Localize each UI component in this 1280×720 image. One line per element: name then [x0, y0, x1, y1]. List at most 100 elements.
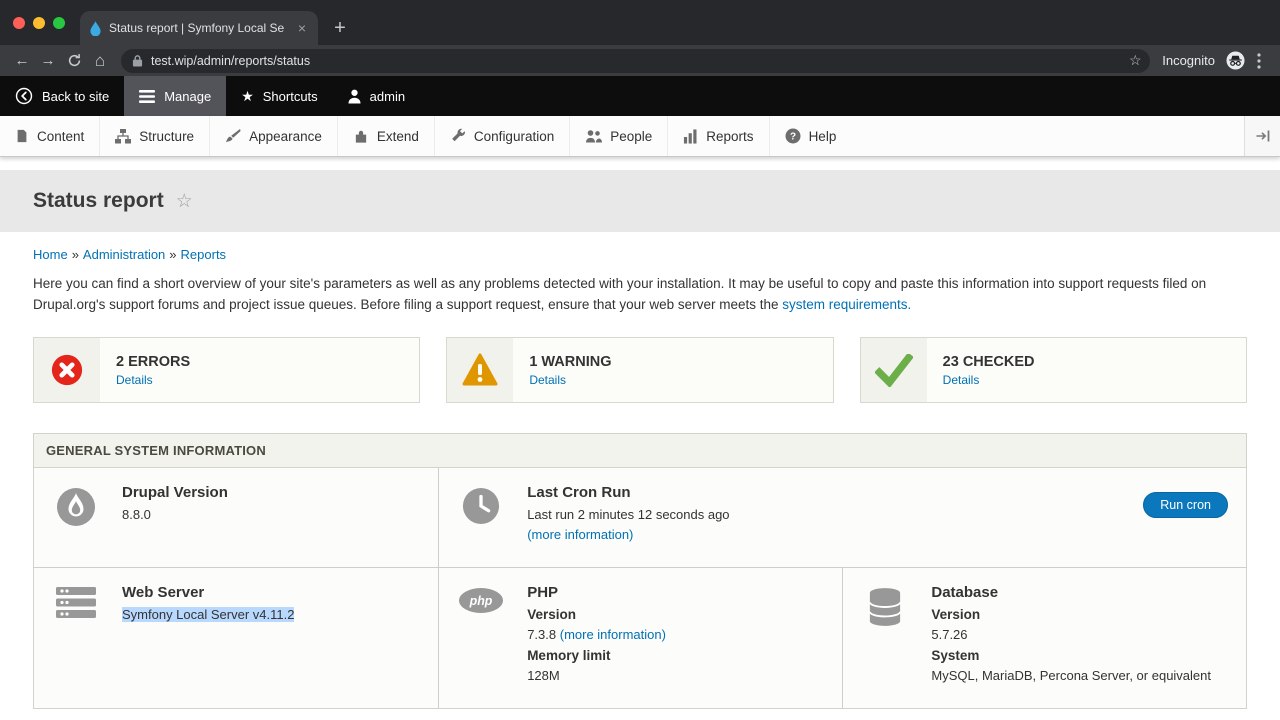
web-server-value: Symfony Local Server v4.11.2: [122, 607, 294, 622]
tab-close-icon[interactable]: ×: [295, 20, 309, 36]
escape-admin-icon: [15, 87, 33, 105]
info-row-2: Web Server Symfony Local Server v4.11.2 …: [34, 568, 1246, 708]
back-to-site-button[interactable]: Back to site: [0, 76, 124, 116]
menu-item-configuration[interactable]: Configuration: [434, 116, 569, 156]
php-more-information-link[interactable]: (more information): [560, 627, 666, 642]
home-icon[interactable]: ⌂: [87, 48, 113, 74]
toolbar-orientation-toggle[interactable]: [1244, 116, 1280, 156]
menu-item-extend[interactable]: Extend: [337, 116, 434, 156]
php-version-label: Version: [527, 605, 666, 625]
intro-paragraph: Here you can find a short overview of yo…: [33, 273, 1247, 315]
back-icon[interactable]: ←: [9, 48, 35, 74]
web-server-cell: Web Server Symfony Local Server v4.11.2: [34, 568, 438, 708]
system-requirements-link[interactable]: system requirements.: [782, 297, 911, 312]
manage-menu-button[interactable]: Manage: [124, 76, 226, 116]
shortcuts-star-icon: ★: [241, 88, 254, 105]
browser-tab[interactable]: Status report | Symfony Local Se ×: [80, 11, 318, 45]
address-bar[interactable]: test.wip/admin/reports/status ☆: [121, 49, 1150, 73]
info-row-1: Drupal Version 8.8.0 Last Cron Run Last …: [34, 468, 1246, 568]
page-header: Status report ☆: [0, 170, 1280, 232]
cron-last-run: Last run 2 minutes 12 seconds ago: [527, 505, 729, 525]
help-icon: ?: [785, 128, 801, 144]
database-icon: [861, 584, 909, 627]
database-title: Database: [931, 584, 1211, 601]
tab-title: Status report | Symfony Local Se: [109, 21, 288, 35]
add-shortcut-star-icon[interactable]: ☆: [176, 190, 193, 213]
php-memory-value: 128M: [527, 666, 666, 686]
menu-item-structure[interactable]: Structure: [99, 116, 209, 156]
errors-card: 2 ERRORS Details: [33, 337, 420, 403]
people-icon: [585, 129, 602, 144]
manage-label: Manage: [164, 89, 211, 104]
section-title: GENERAL SYSTEM INFORMATION: [34, 434, 1246, 468]
warning-details-link[interactable]: Details: [529, 373, 611, 387]
drupal-favicon: [89, 21, 102, 36]
incognito-icon: [1223, 49, 1247, 73]
window-minimize-button[interactable]: [33, 17, 45, 29]
php-version-value: 7.3.8: [527, 627, 556, 642]
user-menu-button[interactable]: admin: [333, 76, 420, 116]
menu-bar-spacer: [851, 116, 1244, 156]
clock-icon: [457, 484, 505, 525]
database-system-value: MySQL, MariaDB, Percona Server, or equiv…: [931, 666, 1211, 686]
wrench-icon: [450, 128, 466, 144]
drupal-version-cell: Drupal Version 8.8.0: [34, 468, 438, 567]
drupal-menu-bar: Content Structure Appearance Extend Conf…: [0, 116, 1280, 157]
errors-details-link[interactable]: Details: [116, 373, 190, 387]
window-zoom-button[interactable]: [53, 17, 65, 29]
cron-title: Last Cron Run: [527, 484, 729, 501]
drupal-drop-icon: [52, 484, 100, 527]
server-icon: [52, 584, 100, 618]
structure-icon: [115, 129, 131, 144]
reload-icon[interactable]: [61, 48, 87, 74]
status-summary-cards: 2 ERRORS Details 1 WARNING Details: [33, 337, 1247, 403]
lock-icon[interactable]: [132, 54, 143, 67]
menu-item-help[interactable]: ? Help: [769, 116, 852, 156]
drupal-version-title: Drupal Version: [122, 484, 228, 501]
breadcrumb-administration-link[interactable]: Administration: [83, 247, 165, 262]
breadcrumb-home-link[interactable]: Home: [33, 247, 68, 262]
web-server-title: Web Server: [122, 584, 294, 601]
menu-item-people[interactable]: People: [569, 116, 667, 156]
page-title: Status report: [33, 189, 164, 213]
database-system-label: System: [931, 646, 1211, 666]
svg-text:?: ?: [790, 132, 796, 143]
last-cron-run-cell: Last Cron Run Last run 2 minutes 12 seco…: [438, 468, 1246, 567]
user-icon: [348, 89, 361, 104]
run-cron-button[interactable]: Run cron: [1143, 492, 1228, 518]
tab-strip: Status report | Symfony Local Se × +: [0, 0, 1280, 45]
browser-menu-kebab-icon[interactable]: [1247, 49, 1271, 73]
svg-text:php: php: [469, 594, 493, 608]
breadcrumb-separator: »: [169, 247, 176, 262]
php-cell: php PHP Version 7.3.8 (more information)…: [438, 568, 842, 708]
shortcuts-menu-button[interactable]: ★ Shortcuts: [226, 76, 332, 116]
checked-count: 23 CHECKED: [943, 354, 1035, 370]
checked-details-link[interactable]: Details: [943, 373, 1035, 387]
window-close-button[interactable]: [13, 17, 25, 29]
warning-card: 1 WARNING Details: [446, 337, 833, 403]
forward-icon[interactable]: →: [35, 48, 61, 74]
url-text: test.wip/admin/reports/status: [151, 54, 1116, 68]
back-to-site-label: Back to site: [42, 89, 109, 104]
check-icon: [861, 338, 927, 402]
menu-item-content[interactable]: Content: [0, 116, 99, 156]
incognito-label: Incognito: [1162, 53, 1215, 68]
browser-window: Status report | Symfony Local Se × + ← →…: [0, 0, 1280, 720]
warning-count: 1 WARNING: [529, 354, 611, 370]
bookmark-star-icon[interactable]: ☆: [1124, 50, 1146, 72]
menu-item-reports[interactable]: Reports: [667, 116, 768, 156]
breadcrumb-reports-link[interactable]: Reports: [181, 247, 227, 262]
window-controls: [13, 17, 65, 29]
menu-item-appearance[interactable]: Appearance: [209, 116, 337, 156]
page-content: Home » Administration » Reports Here you can…: [0, 247, 1280, 709]
database-version-label: Version: [931, 605, 1211, 625]
breadcrumb: Home » Administration » Reports: [33, 247, 1247, 262]
new-tab-button[interactable]: +: [327, 15, 353, 41]
paintbrush-icon: [225, 128, 241, 144]
intro-text: Here you can find a short overview of yo…: [33, 276, 1206, 312]
breadcrumb-separator: »: [72, 247, 79, 262]
cron-more-information-link[interactable]: (more information): [527, 527, 633, 542]
drupal-version-value: 8.8.0: [122, 505, 228, 525]
browser-toolbar: ← → ⌂ test.wip/admin/reports/status ☆ In…: [0, 45, 1280, 76]
database-version-value: 5.7.26: [931, 625, 1211, 645]
